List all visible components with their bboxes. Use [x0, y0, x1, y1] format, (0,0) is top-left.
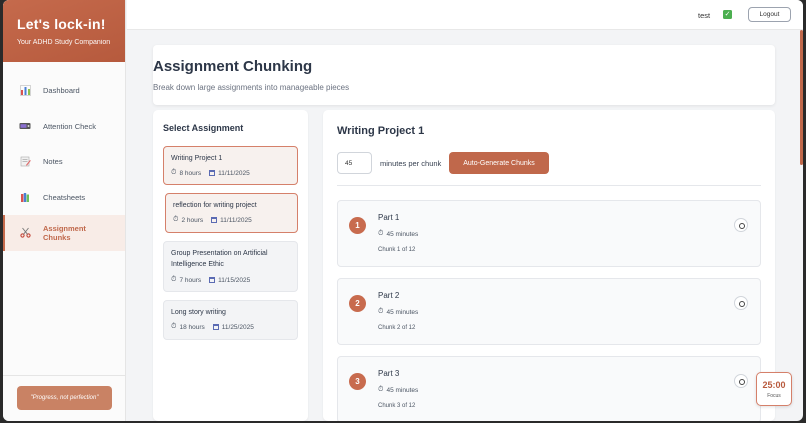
select-assignment-panel: Select Assignment Writing Project 1 ⏱ 8 … — [153, 110, 308, 421]
minutes-per-chunk-input[interactable] — [337, 152, 372, 174]
brand-title: Let's lock-in! — [17, 16, 106, 32]
page-title: Assignment Chunking — [153, 58, 313, 75]
divider — [337, 185, 761, 186]
sidebar-item-label: Cheatsheets — [43, 192, 86, 202]
timer-icon: ⏱ — [171, 323, 177, 330]
assignment-meta: ⏱ 2 hours 11/11/2025 — [173, 216, 252, 224]
timer-icon: ⏱ — [171, 276, 177, 283]
timer-value: 25:00 — [762, 380, 786, 390]
sidebar-item-attention-check[interactable]: Attention Check — [3, 109, 125, 145]
timer-label: Focus — [767, 393, 781, 399]
bar-chart-icon — [19, 85, 31, 97]
calendar-icon — [209, 170, 216, 176]
assignment-meta: ⏱ 8 hours 11/11/2025 — [171, 169, 250, 177]
chunk-work-panel: Writing Project 1 minutes per chunk Auto… — [323, 110, 775, 421]
assignment-hours: 2 hours — [181, 216, 204, 224]
top-bar: test ✓ Logout — [127, 0, 803, 30]
sidebar-item-assignment-chunks[interactable]: Assignment Chunks — [3, 215, 125, 251]
chunk-title: Part 1 — [378, 213, 400, 222]
timer-icon: ⏱ — [378, 386, 384, 393]
assignment-name: Group Presentation on Artificial Intelli… — [171, 250, 268, 268]
panel-title: Select Assignment — [163, 123, 244, 133]
sidebar-item-label: Notes — [43, 157, 63, 167]
sidebar-item-label: Attention Check — [43, 121, 96, 131]
chunk-position: Chunk 3 of 12 — [378, 403, 416, 409]
assignment-hours: 7 hours — [179, 276, 202, 284]
app-window: Let's lock-in! Your ADHD Study Companion… — [3, 0, 803, 421]
assignment-hours: 18 hours — [179, 323, 205, 331]
sidebar-item-dashboard[interactable]: Dashboard — [3, 73, 125, 109]
brand-header: Let's lock-in! Your ADHD Study Companion — [3, 0, 125, 62]
chunk-duration-text: 45 minutes — [386, 386, 419, 394]
check-icon: ✓ — [723, 10, 732, 19]
sidebar-footer: "Progress, not perfection" — [3, 375, 126, 421]
chunk-duration-text: 45 minutes — [386, 308, 419, 316]
chunk-card: 1 Part 1 ⏱ 45 minutes Chunk 1 of 12 — [337, 200, 761, 267]
sidebar-item-label: Dashboard — [43, 86, 80, 96]
focus-timer-widget[interactable]: 25:00 Focus — [756, 372, 792, 406]
calendar-icon — [212, 324, 219, 330]
chunk-title: Part 3 — [378, 369, 400, 378]
motivational-quote: "Progress, not perfection" — [17, 386, 112, 410]
timer-icon: ⏱ — [171, 169, 177, 176]
chunk-duration: ⏱ 45 minutes — [378, 386, 418, 394]
page-scrollbar[interactable] — [800, 30, 803, 165]
timer-icon: ⏱ — [378, 230, 384, 237]
assignment-name: reflection for writing project — [173, 202, 257, 209]
video-camera-icon — [19, 120, 31, 132]
calendar-icon — [209, 277, 216, 283]
assignment-card[interactable]: Writing Project 1 ⏱ 8 hours 11/11/2025 — [163, 146, 298, 185]
assignment-date: 11/11/2025 — [218, 169, 250, 177]
assignment-meta: ⏱ 18 hours 11/25/2025 — [171, 323, 254, 331]
assignment-title: Writing Project 1 — [337, 125, 425, 137]
assignment-card[interactable]: Long story writing ⏱ 18 hours 11/25/2025 — [163, 300, 298, 340]
sidebar-item-label: Assignment Chunks — [43, 223, 86, 242]
calendar-icon — [211, 217, 218, 223]
sidebar-item-notes[interactable]: Notes — [3, 144, 125, 180]
page-subtitle: Break down large assignments into manage… — [153, 83, 350, 92]
chunk-number: 3 — [349, 373, 366, 390]
chunk-complete-toggle[interactable] — [734, 296, 748, 310]
scissors-icon — [19, 227, 31, 239]
sidebar: Let's lock-in! Your ADHD Study Companion… — [3, 0, 126, 421]
chunk-duration: ⏱ 45 minutes — [378, 230, 418, 238]
chunk-title: Part 2 — [378, 291, 400, 300]
sidebar-nav: Dashboard Attention Check Notes Cheatshe… — [3, 73, 125, 251]
minutes-per-chunk-label: minutes per chunk — [380, 159, 442, 168]
assignment-hours: 8 hours — [179, 169, 202, 177]
assignment-name: Writing Project 1 — [171, 155, 223, 162]
chunk-number: 1 — [349, 217, 366, 234]
page-header: Assignment Chunking Break down large ass… — [153, 45, 775, 105]
brand-subtitle: Your ADHD Study Companion — [17, 39, 111, 46]
assignment-card[interactable]: reflection for writing project ⏱ 2 hours… — [165, 193, 298, 233]
books-icon — [19, 191, 31, 203]
chunk-card: 2 Part 2 ⏱ 45 minutes Chunk 2 of 12 — [337, 278, 761, 345]
assignment-meta: ⏱ 7 hours 11/15/2025 — [171, 276, 250, 284]
timer-icon: ⏱ — [173, 216, 179, 223]
chunk-number: 2 — [349, 295, 366, 312]
chunk-duration: ⏱ 45 minutes — [378, 308, 418, 316]
logout-button[interactable]: Logout — [748, 7, 791, 22]
chunk-card: 3 Part 3 ⏱ 45 minutes Chunk 3 of 12 — [337, 356, 761, 421]
sidebar-item-cheatsheets[interactable]: Cheatsheets — [3, 180, 125, 216]
username: test — [698, 11, 711, 20]
chunk-complete-toggle[interactable] — [734, 218, 748, 232]
chunk-position: Chunk 1 of 12 — [378, 247, 416, 253]
assignment-date: 11/11/2025 — [220, 216, 252, 224]
chunk-duration-text: 45 minutes — [386, 230, 419, 238]
assignment-date: 11/25/2025 — [221, 323, 254, 331]
auto-generate-chunks-button[interactable]: Auto-Generate Chunks — [449, 152, 549, 174]
chunk-complete-toggle[interactable] — [734, 374, 748, 388]
assignment-card[interactable]: Group Presentation on Artificial Intelli… — [163, 241, 298, 292]
chunk-position: Chunk 2 of 12 — [378, 325, 416, 331]
timer-icon: ⏱ — [378, 308, 384, 315]
memo-icon — [19, 156, 31, 168]
assignment-date: 11/15/2025 — [218, 276, 251, 284]
assignment-name: Long story writing — [171, 309, 226, 316]
